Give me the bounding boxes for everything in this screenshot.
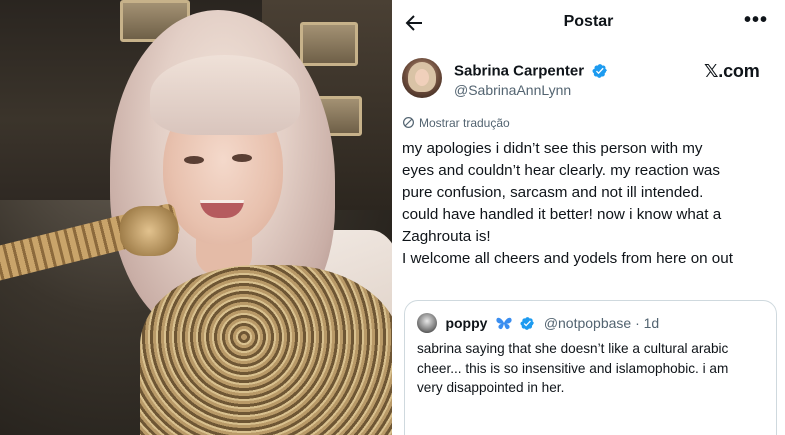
top-bar: Postar ••• — [392, 0, 785, 46]
microphone-head — [120, 206, 178, 256]
bangs — [150, 55, 300, 135]
show-translation-link[interactable]: Mostrar tradução — [402, 116, 510, 130]
quoted-handle-time: @notpopbase · 1d — [543, 315, 660, 331]
tweet-text: my apologies i didn’t see this person wi… — [402, 138, 782, 271]
quoted-text-line: cheer... this is so insensitive and isla… — [417, 360, 729, 376]
show-translation-label[interactable]: Mostrar tradução — [419, 116, 510, 130]
author-handle[interactable]: @SabrinaAnnLynn — [454, 82, 571, 98]
wall-panel — [300, 22, 358, 66]
quoted-text-line: sabrina saying that she doesn’t like a c… — [417, 341, 729, 356]
translate-globe-icon — [403, 117, 414, 128]
quoted-post-text: sabrina saying that she doesn’t like a c… — [417, 339, 772, 398]
tweet-text-line: eyes and couldn’t hear clearly. my react… — [402, 162, 720, 180]
quoted-post[interactable]: poppy @notpopbase · 1d sabrina saying th… — [404, 300, 777, 435]
tweet-text-line: could have handled it better! now i know… — [402, 206, 722, 224]
performer-photo — [0, 0, 392, 435]
page-title: Postar — [563, 13, 614, 30]
avatar[interactable] — [402, 58, 442, 98]
quoted-post-header: poppy @notpopbase · 1d — [417, 313, 659, 333]
verified-badge-icon — [520, 316, 535, 330]
tweet-text-line: I welcome all cheers and yodels from her… — [402, 250, 733, 268]
eye — [232, 154, 252, 162]
quoted-text-line: very disappointed in her. — [417, 380, 565, 395]
sequin-dress — [140, 265, 392, 435]
blue-butterfly-icon — [496, 317, 512, 330]
author-display-name[interactable]: Sabrina Carpenter — [454, 62, 584, 79]
tweet-text-line: pure confusion, sarcasm and not ill inte… — [402, 184, 704, 202]
quoted-avatar[interactable] — [417, 313, 437, 333]
author-name-row[interactable]: Sabrina Carpenter — [454, 62, 608, 82]
tweet-text-line: Zaghrouta is! — [402, 228, 491, 246]
verified-badge-icon — [592, 63, 607, 78]
eye — [184, 156, 204, 164]
quoted-display-name[interactable]: poppy — [445, 315, 487, 331]
tweet-text-line: my apologies i didn’t see this person wi… — [402, 140, 703, 157]
avatar-face — [415, 69, 429, 86]
more-options-icon[interactable]: ••• — [744, 10, 770, 32]
post-view: Postar ••• Sabrina Carpenter @SabrinaAnn… — [392, 0, 785, 435]
x-watermark: 𝕏.com — [704, 61, 760, 81]
